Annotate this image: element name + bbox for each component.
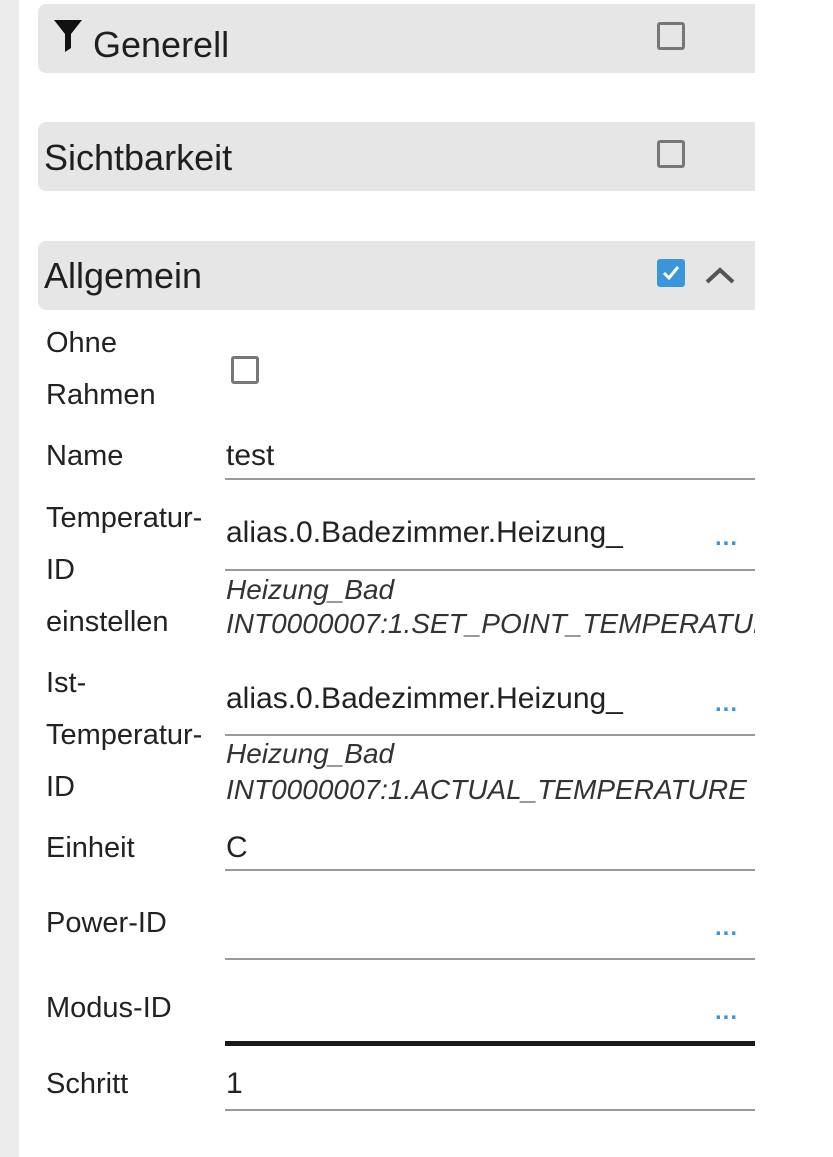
- schritt-label: Schritt: [46, 1068, 129, 1100]
- ist-temperatur-id-label-line1: Ist-: [46, 667, 87, 699]
- temperatur-id-underline: [225, 569, 755, 571]
- ohne-rahmen-checkbox[interactable]: [231, 356, 259, 384]
- section-header-sichtbarkeit[interactable]: Sichtbarkeit: [38, 122, 755, 191]
- sichtbarkeit-checkbox[interactable]: [657, 140, 685, 168]
- ohne-rahmen-label-line1: Ohne: [46, 327, 117, 359]
- power-id-label: Power-ID: [46, 907, 167, 939]
- allgemein-checkbox[interactable]: [657, 259, 685, 287]
- temperatur-id-label-line3: einstellen: [46, 606, 169, 638]
- generell-checkbox[interactable]: [657, 22, 685, 50]
- section-title-allgemein: Allgemein: [44, 255, 203, 296]
- ist-temperatur-id-input[interactable]: alias.0.Badezimmer.Heizung_: [226, 684, 701, 714]
- einheit-underline: [225, 869, 755, 871]
- schritt-underline: [225, 1109, 755, 1111]
- name-label: Name: [46, 440, 124, 472]
- temperatur-id-select-button[interactable]: ...: [715, 526, 738, 550]
- einheit-label: Einheit: [46, 832, 135, 864]
- section-header-generell[interactable]: Generell: [38, 4, 755, 73]
- ist-temperatur-id-label-line3: ID: [46, 771, 75, 803]
- temperatur-id-label-line1: Temperatur-: [46, 502, 203, 534]
- modus-id-input[interactable]: [226, 996, 701, 1030]
- temperatur-id-hint-state: INT0000007:1.SET_POINT_TEMPERATURE: [226, 608, 755, 639]
- modus-id-select-button[interactable]: ...: [715, 1000, 738, 1024]
- power-id-select-button[interactable]: ...: [715, 916, 738, 940]
- name-underline: [225, 478, 755, 480]
- section-header-allgemein[interactable]: Allgemein: [38, 241, 755, 310]
- name-input[interactable]: test: [226, 441, 755, 471]
- chevron-up-icon[interactable]: [704, 265, 736, 290]
- left-rail: [0, 0, 19, 1157]
- ist-temperatur-id-hint-state: INT0000007:1.ACTUAL_TEMPERATURE: [226, 774, 747, 805]
- section-title-sichtbarkeit: Sichtbarkeit: [44, 137, 233, 178]
- filter-icon: [53, 18, 83, 57]
- section-title-generell: Generell: [93, 24, 230, 65]
- ist-temperatur-id-hint-name: Heizung_Bad: [226, 738, 395, 769]
- temperatur-id-input[interactable]: alias.0.Badezimmer.Heizung_: [226, 518, 701, 548]
- modus-id-underline-focused: [225, 1041, 755, 1046]
- einheit-input[interactable]: C: [226, 833, 755, 863]
- modus-id-label: Modus-ID: [46, 992, 172, 1024]
- power-id-input[interactable]: [226, 912, 701, 946]
- ist-temperatur-id-label-line2: Temperatur-: [46, 719, 203, 751]
- ist-temperatur-id-select-button[interactable]: ...: [715, 692, 738, 716]
- schritt-input[interactable]: 1: [226, 1069, 755, 1099]
- ohne-rahmen-label-line2: Rahmen: [46, 379, 156, 411]
- power-id-underline: [225, 958, 755, 960]
- ist-temperatur-id-underline: [225, 734, 755, 736]
- temperatur-id-hint-name: Heizung_Bad: [226, 574, 395, 605]
- temperatur-id-label-line2: ID: [46, 554, 75, 586]
